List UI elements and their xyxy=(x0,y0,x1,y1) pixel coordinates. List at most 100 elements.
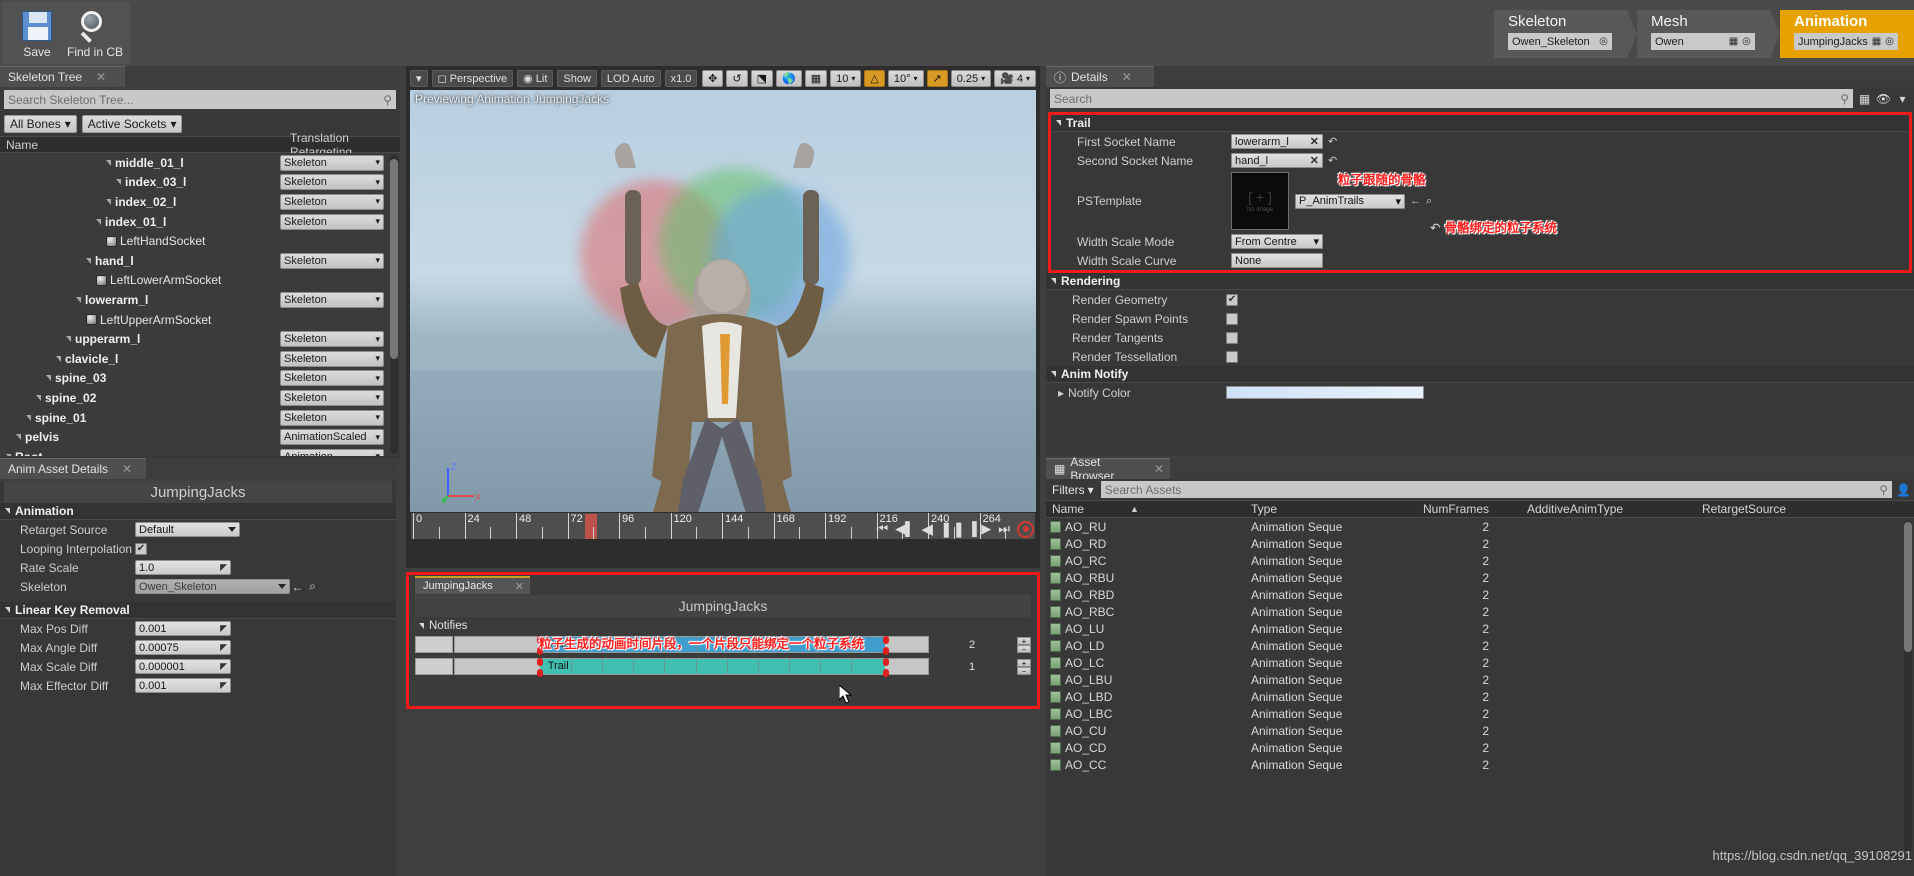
expand-triangle-icon[interactable] xyxy=(86,258,91,264)
scale-snap-toggle[interactable]: ↗ xyxy=(927,70,948,87)
section-header[interactable]: Linear Key Removal xyxy=(0,602,396,619)
eye-icon[interactable]: 👁 xyxy=(1876,91,1891,106)
breadcrumb-animation-value-box[interactable]: JumpingJacks ▦ ◎ xyxy=(1794,33,1898,50)
browse-asset-icon[interactable]: ⌕ xyxy=(1426,195,1432,208)
play-reverse-icon[interactable]: ◀ xyxy=(921,520,933,538)
expand-triangle-icon[interactable] xyxy=(106,199,111,205)
expand-triangle-icon[interactable]: ▸ xyxy=(1058,386,1064,400)
coordinate-space-button[interactable]: 🌎 xyxy=(776,70,802,87)
expand-triangle-icon[interactable] xyxy=(46,375,51,381)
translation-retargeting-dropdown[interactable]: Skeleton▾ xyxy=(280,155,384,171)
expand-triangle-icon[interactable] xyxy=(6,454,11,456)
playhead[interactable] xyxy=(585,514,597,539)
asset-row[interactable]: AO_LUAnimation Seque2 xyxy=(1046,620,1914,637)
dropdown[interactable]: From Centre▾ xyxy=(1231,234,1323,249)
close-icon[interactable]: ✕ xyxy=(122,462,132,476)
asset-row[interactable]: AO_RUAnimation Seque2 xyxy=(1046,518,1914,535)
add-track-button[interactable]: + xyxy=(1017,637,1031,645)
grid-snap-value[interactable]: 10▾ xyxy=(830,70,861,87)
translation-retargeting-dropdown[interactable]: Skeleton▾ xyxy=(280,214,384,230)
browse-icon[interactable]: ◎ xyxy=(1883,35,1896,48)
column-name[interactable]: Name xyxy=(0,138,288,152)
angle-snap-toggle[interactable]: △ xyxy=(864,70,884,87)
expand-triangle-icon[interactable] xyxy=(116,179,121,185)
tab-skeleton-tree[interactable]: Skeleton Tree ✕ xyxy=(0,66,125,87)
asset-row[interactable]: AO_LBCAnimation Seque2 xyxy=(1046,705,1914,722)
translation-retargeting-dropdown[interactable]: Animation▾ xyxy=(280,449,384,456)
translation-retargeting-dropdown[interactable]: Skeleton▾ xyxy=(280,370,384,386)
numeric-input[interactable]: 0.000001◤ xyxy=(135,659,231,674)
asset-row[interactable]: AO_CCAnimation Seque2 xyxy=(1046,756,1914,773)
notify-state-segment[interactable] xyxy=(540,659,885,674)
asset-row[interactable]: AO_CDAnimation Seque2 xyxy=(1046,739,1914,756)
all-bones-dropdown[interactable]: All Bones ▾ xyxy=(4,115,77,133)
expand-triangle-icon[interactable] xyxy=(76,297,81,303)
expand-triangle-icon[interactable] xyxy=(56,356,61,362)
user-icon[interactable]: 👤 xyxy=(1896,482,1911,497)
breadcrumb-animation[interactable]: Animation JumpingJacks ▦ ◎ xyxy=(1780,10,1914,58)
notify-begin-marker[interactable] xyxy=(537,658,543,677)
viewport-options-button[interactable]: ▾ xyxy=(410,70,428,87)
breadcrumb-mesh[interactable]: Mesh Owen ▦ ◎ xyxy=(1637,10,1771,58)
numeric-input[interactable]: 0.001◤ xyxy=(135,621,231,636)
column-numframes[interactable]: NumFrames xyxy=(1423,502,1527,516)
playback-speed-button[interactable]: x1.0 xyxy=(665,70,698,87)
skeleton-tree-row[interactable]: pelvisAnimationScaled▾ xyxy=(0,427,400,447)
remove-track-button[interactable]: − xyxy=(1017,645,1031,653)
asset-row[interactable]: AO_RBDAnimation Seque2 xyxy=(1046,586,1914,603)
notify-track-bar[interactable]: Trail xyxy=(454,658,929,675)
skeleton-tree-row[interactable]: middle_01_lSkeleton▾ xyxy=(0,153,400,173)
tab-jumpingjacks[interactable]: JumpingJacks ✕ xyxy=(415,576,530,594)
asset-row[interactable]: AO_RBUAnimation Seque2 xyxy=(1046,569,1914,586)
dropdown[interactable]: Default xyxy=(135,522,240,537)
scale-mode-button[interactable]: ⬔ xyxy=(751,70,773,87)
expand-triangle-icon[interactable] xyxy=(36,395,41,401)
text-input[interactable]: None xyxy=(1231,253,1323,268)
asset-row[interactable]: AO_CUAnimation Seque2 xyxy=(1046,722,1914,739)
grid-snap-toggle[interactable]: ▦ xyxy=(805,70,827,87)
asset-row[interactable]: AO_LBUAnimation Seque2 xyxy=(1046,671,1914,688)
skip-to-start-icon[interactable]: ⏮ xyxy=(876,521,888,537)
skeleton-tree-scrollbar[interactable] xyxy=(390,155,398,454)
find-in-cb-button[interactable]: Find in CB xyxy=(66,6,124,59)
asset-row[interactable]: AO_LBDAnimation Seque2 xyxy=(1046,688,1914,705)
grid-icon[interactable]: ▦ xyxy=(1727,35,1740,48)
skeleton-tree-row[interactable]: clavicle_lSkeleton▾ xyxy=(0,349,400,369)
skeleton-tree-row[interactable]: RootAnimation▾ xyxy=(0,447,400,456)
skeleton-tree-row[interactable]: index_03_lSkeleton▾ xyxy=(0,173,400,193)
pstemplate-dropdown[interactable]: P_AnimTrails▾ xyxy=(1295,194,1405,209)
expand-triangle-icon[interactable] xyxy=(66,336,71,342)
skeleton-tree-row[interactable]: upperarm_lSkeleton▾ xyxy=(0,329,400,349)
skeleton-tree-row[interactable]: LeftLowerArmSocket xyxy=(0,271,400,291)
expand-triangle-icon[interactable] xyxy=(106,160,111,166)
column-retargetsource[interactable]: RetargetSource xyxy=(1702,502,1852,516)
scale-snap-value[interactable]: 0.25▾ xyxy=(951,70,991,87)
asset-row[interactable]: AO_RBCAnimation Seque2 xyxy=(1046,603,1914,620)
details-search-input[interactable]: Search ⚲ xyxy=(1050,89,1853,108)
breadcrumb-mesh-value-box[interactable]: Owen ▦ ◎ xyxy=(1651,33,1755,50)
column-type[interactable]: Type xyxy=(1251,502,1423,516)
checkbox[interactable]: ✔ xyxy=(135,543,147,555)
lod-button[interactable]: LOD Auto xyxy=(601,70,661,87)
show-button[interactable]: Show xyxy=(557,70,597,87)
expand-triangle-icon[interactable] xyxy=(26,415,31,421)
skeleton-tree-row[interactable]: index_01_lSkeleton▾ xyxy=(0,212,400,232)
asset-row[interactable]: AO_LCAnimation Seque2 xyxy=(1046,654,1914,671)
close-icon[interactable]: ✕ xyxy=(1122,70,1132,84)
text-input[interactable]: lowerarm_l✕ xyxy=(1231,134,1323,149)
clear-icon[interactable]: ✕ xyxy=(1310,154,1319,167)
close-icon[interactable]: ✕ xyxy=(96,70,106,84)
grid-icon[interactable]: ▦ xyxy=(1870,35,1883,48)
asset-row[interactable]: AO_RDAnimation Seque2 xyxy=(1046,535,1914,552)
tab-asset-browser[interactable]: ▦ Asset Browser ✕ xyxy=(1046,458,1170,479)
numeric-input[interactable]: 0.001◤ xyxy=(135,678,231,693)
notify-track-handle[interactable] xyxy=(415,636,453,653)
text-input[interactable]: hand_l✕ xyxy=(1231,153,1323,168)
checkbox[interactable] xyxy=(1226,332,1238,344)
use-selected-asset-icon[interactable]: ← xyxy=(1410,195,1421,207)
pause-icon[interactable]: ❚❚ xyxy=(940,520,965,538)
close-icon[interactable]: ✕ xyxy=(515,580,524,593)
notify-end-marker[interactable] xyxy=(883,636,889,655)
browse-icon[interactable]: ◎ xyxy=(1740,35,1753,48)
asset-row[interactable]: AO_LDAnimation Seque2 xyxy=(1046,637,1914,654)
